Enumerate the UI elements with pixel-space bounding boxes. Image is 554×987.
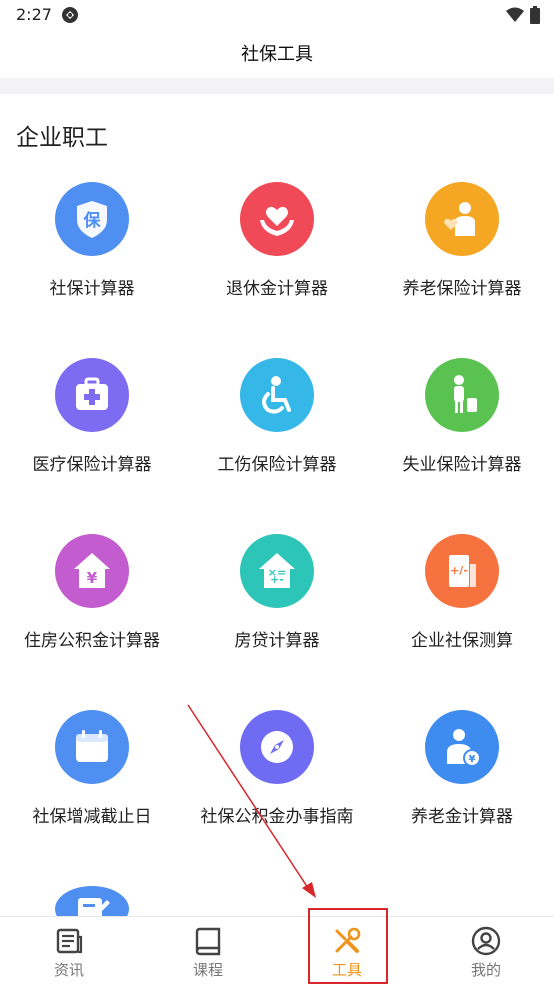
tool-label: 房贷计算器: [234, 631, 320, 651]
tool-icon-bg: ¥: [425, 710, 499, 784]
tool-enterprise-social-security-estimate[interactable]: +/- 企业社保测算: [370, 534, 554, 684]
tool-label: 养老金计算器: [411, 807, 513, 827]
tool-icon-bg: [240, 182, 314, 256]
tool-icon-bg: [425, 358, 499, 432]
divider-band: [0, 78, 554, 94]
nav-label: 课程: [192, 960, 223, 979]
tool-icon-bg: [55, 358, 129, 432]
tool-service-guide[interactable]: 社保公积金办事指南: [185, 710, 369, 860]
person-luggage-icon: [454, 375, 477, 413]
svg-text:¥: ¥: [469, 754, 476, 765]
title-bar: 社保工具: [0, 30, 554, 76]
tool-medical-insurance-calculator[interactable]: 医疗保险计算器: [0, 358, 184, 508]
svg-text:保: 保: [83, 210, 102, 231]
highlight-box: [308, 908, 388, 984]
status-bar: 2:27: [0, 0, 554, 30]
form-edit-icon: [78, 898, 110, 916]
tool-icon-bg: [55, 886, 129, 916]
wifi-icon: [506, 7, 524, 22]
tool-label: 养老保险计算器: [402, 279, 522, 299]
nav-label: 资讯: [53, 960, 84, 979]
tool-icon-bg: ¥: [55, 534, 129, 608]
tool-housing-fund-calculator[interactable]: ¥ 住房公积金计算器: [0, 534, 184, 684]
tool-icon-bg: 保: [55, 182, 129, 256]
nav-tab-news[interactable]: 资讯: [0, 917, 138, 987]
tool-pension-calculator[interactable]: 退休金计算器: [185, 182, 369, 332]
nav-tab-courses[interactable]: 课程: [139, 917, 277, 987]
shield-icon: 保: [77, 201, 107, 238]
wheelchair-icon: [262, 376, 291, 414]
tool-deadline-calendar[interactable]: 社保增减截止日: [0, 710, 184, 860]
tool-label: 医疗保险计算器: [32, 455, 152, 475]
battery-icon: [530, 6, 540, 24]
nav-tab-mine[interactable]: 我的: [417, 917, 554, 987]
house-math-icon: +- ×=: [259, 553, 295, 588]
elder-yuan-icon: ¥: [447, 729, 481, 767]
profile-icon: [471, 926, 501, 955]
tool-label: 企业社保测算: [411, 631, 513, 651]
tool-social-security-calculator[interactable]: 保 社保计算器: [0, 182, 184, 332]
section-title: 企业职工: [16, 125, 108, 151]
tool-work-injury-calculator[interactable]: 工伤保险计算器: [185, 358, 369, 508]
tool-label: 社保计算器: [49, 279, 135, 299]
status-indicators: [506, 6, 540, 24]
svg-text:¥: ¥: [87, 569, 98, 587]
book-icon: [195, 927, 221, 955]
tool-unemployment-insurance-calculator[interactable]: 失业保险计算器: [370, 358, 554, 508]
status-time: 2:27: [16, 5, 52, 24]
tool-label: 退休金计算器: [226, 279, 328, 299]
tool-label: 住房公积金计算器: [24, 631, 160, 651]
tool-icon-bg: +- ×=: [240, 534, 314, 608]
tool-mortgage-calculator[interactable]: +- ×= 房贷计算器: [185, 534, 369, 684]
nav-label: 我的: [470, 960, 501, 979]
page-title: 社保工具: [241, 44, 313, 65]
medical-kit-icon: [76, 377, 108, 410]
svg-text:+/-: +/-: [450, 564, 468, 577]
tool-icon-bg: [240, 710, 314, 784]
tool-icon-bg: [425, 182, 499, 256]
calendar-icon: [76, 730, 108, 762]
house-yuan-icon: ¥: [74, 553, 110, 588]
tool-endowment-insurance-calculator[interactable]: 养老保险计算器: [370, 182, 554, 332]
tool-form-edit[interactable]: [0, 886, 184, 916]
news-icon: [56, 928, 83, 953]
sync-icon: [62, 7, 78, 23]
elder-care-icon: [444, 202, 475, 236]
svg-text:×=: ×=: [268, 566, 286, 579]
tool-icon-bg: [240, 358, 314, 432]
compass-icon: [261, 731, 293, 763]
tool-label: 社保增减截止日: [32, 807, 152, 827]
tool-icon-bg: [55, 710, 129, 784]
building-calc-icon: +/-: [449, 555, 476, 587]
tool-label: 工伤保险计算器: [217, 455, 337, 475]
tool-label: 社保公积金办事指南: [200, 807, 354, 827]
tool-label: 失业保险计算器: [402, 455, 522, 475]
tool-icon-bg: +/-: [425, 534, 499, 608]
tool-pension-amount-calculator[interactable]: ¥ 养老金计算器: [370, 710, 554, 860]
bottom-nav: 资讯 课程 工具 我的: [0, 916, 554, 987]
heart-hands-icon: [260, 206, 294, 236]
